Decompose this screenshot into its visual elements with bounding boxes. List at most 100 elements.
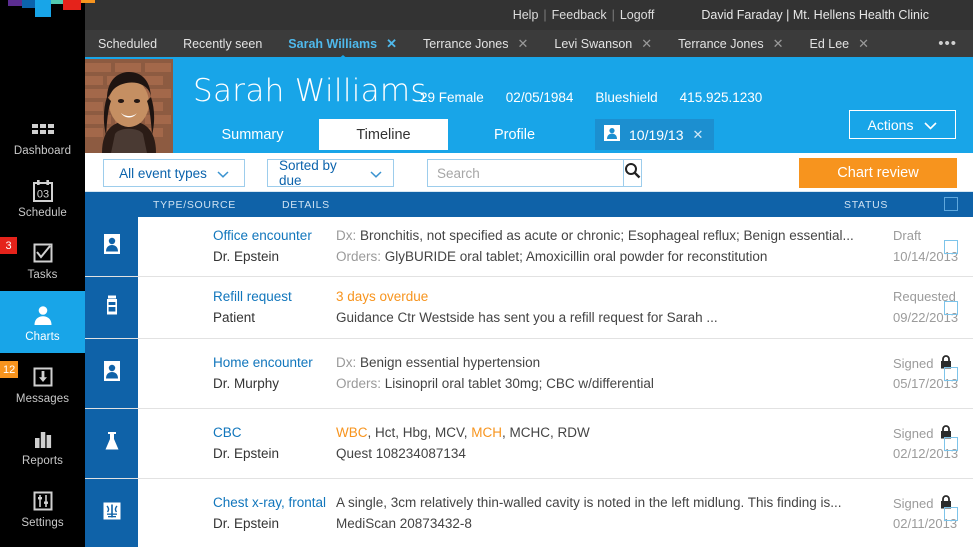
detail-text: GlyBURIDE oral tablet; Amoxicillin oral … xyxy=(384,249,768,264)
sidebar-item-messages[interactable]: 12 Messages xyxy=(0,353,85,415)
chevron-down-icon xyxy=(370,166,382,181)
row-type-link[interactable]: Chest x-ray, frontal xyxy=(213,495,326,510)
row-type-link[interactable]: Home encounter xyxy=(213,355,313,370)
logoff-link[interactable]: Logoff xyxy=(620,8,655,22)
close-icon[interactable]: ✕ xyxy=(386,37,397,50)
close-icon[interactable]: ✕ xyxy=(641,37,652,50)
sidebar-item-charts[interactable]: Charts xyxy=(0,291,85,353)
bar-chart-icon xyxy=(30,426,56,452)
tab-label: Scheduled xyxy=(98,36,158,51)
row-checkbox[interactable] xyxy=(944,239,958,254)
row-checkbox[interactable] xyxy=(944,436,958,451)
row-checkbox[interactable] xyxy=(944,300,958,315)
patient-photo[interactable] xyxy=(85,59,173,153)
sidebar-item-dashboard[interactable]: Dashboard xyxy=(0,105,85,167)
row-type-link[interactable]: Refill request xyxy=(213,289,292,304)
sidebar-item-settings[interactable]: Settings xyxy=(0,477,85,539)
close-icon[interactable]: ✕ xyxy=(517,37,528,50)
sidebar-label-dashboard: Dashboard xyxy=(13,144,72,157)
feedback-link[interactable]: Feedback xyxy=(552,8,607,22)
table-row[interactable]: Office encounter Dr. Epstein Dx: Bronchi… xyxy=(85,217,973,277)
tab-sarah-williams[interactable]: Sarah Williams ✕ xyxy=(275,29,410,60)
person-icon xyxy=(101,360,123,387)
close-icon[interactable]: ✕ xyxy=(858,37,869,50)
row-content: Office encounter Dr. Epstein Dx: Bronchi… xyxy=(138,217,973,276)
search-input[interactable] xyxy=(427,159,623,187)
tab-ed-lee[interactable]: Ed Lee ✕ xyxy=(797,29,883,58)
subtab-summary[interactable]: Summary xyxy=(188,119,317,150)
sidebar-item-reports[interactable]: Reports xyxy=(0,415,85,477)
detail-label: Dx: xyxy=(336,355,357,370)
search-button[interactable] xyxy=(623,159,642,187)
person-icon xyxy=(604,125,620,144)
app-logo[interactable] xyxy=(0,0,95,30)
table-header: TYPE/SOURCE DETAILS STATUS xyxy=(85,192,973,217)
tab-scheduled[interactable]: Scheduled xyxy=(85,29,170,58)
help-link[interactable]: Help xyxy=(513,8,539,22)
row-type-link[interactable]: CBC xyxy=(213,425,242,440)
tab-terrance-jones-1[interactable]: Terrance Jones ✕ xyxy=(410,29,541,58)
row-source: Patient xyxy=(213,310,256,325)
tab-levi-swanson[interactable]: Levi Swanson ✕ xyxy=(541,29,665,58)
encounter-date-chip[interactable]: 10/19/13 ✕ xyxy=(595,119,715,150)
subtab-timeline[interactable]: Timeline xyxy=(319,119,448,150)
tab-recently-seen[interactable]: Recently seen xyxy=(170,29,275,58)
detail-label: Dx: xyxy=(336,228,357,243)
status-text: Signed xyxy=(893,426,934,441)
timeline-table-body: Office encounter Dr. Epstein Dx: Bronchi… xyxy=(85,217,973,547)
row-icon-cell xyxy=(85,217,138,276)
current-user-clinic[interactable]: David Faraday | Mt. Hellens Health Clini… xyxy=(701,8,929,22)
patient-tab-strip: Scheduled Recently seen Sarah Williams ✕… xyxy=(85,29,973,60)
row-status: Draft xyxy=(893,228,921,243)
actions-button[interactable]: Actions xyxy=(849,110,956,139)
event-type-label: All event types xyxy=(119,165,207,181)
table-row[interactable]: Chest x-ray, frontal Dr. Epstein A singl… xyxy=(85,479,973,547)
row-detail-line-2: Quest 108234087134 xyxy=(336,446,466,461)
status-text: Signed xyxy=(893,496,934,511)
logo-block-teal xyxy=(51,0,63,4)
logo-block-purple xyxy=(8,0,22,6)
row-checkbox[interactable] xyxy=(944,506,958,521)
table-row[interactable]: Home encounter Dr. Murphy Dx: Benign ess… xyxy=(85,339,973,409)
event-type-dropdown[interactable]: All event types xyxy=(103,159,245,187)
sort-dropdown[interactable]: Sorted by due xyxy=(267,158,394,188)
detail-label: Orders: xyxy=(336,376,382,391)
sidebar-label-reports: Reports xyxy=(22,454,63,467)
encounter-date-label: 10/19/13 xyxy=(629,126,684,143)
patient-age-sex: 29 Female xyxy=(420,90,484,105)
tab-overflow-icon[interactable]: ••• xyxy=(928,35,973,52)
tasks-badge: 3 xyxy=(0,237,17,254)
actions-label: Actions xyxy=(867,116,914,133)
row-content: Home encounter Dr. Murphy Dx: Benign ess… xyxy=(138,339,973,408)
logo-block-red xyxy=(63,0,81,10)
tab-label: Recently seen xyxy=(183,36,263,51)
tab-terrance-jones-2[interactable]: Terrance Jones ✕ xyxy=(665,29,796,58)
grid-icon xyxy=(30,116,56,142)
column-header-details: DETAILS xyxy=(282,199,330,211)
sidebar-item-tasks[interactable]: 3 Tasks xyxy=(0,229,85,291)
pill-bottle-icon xyxy=(101,294,123,321)
patient-demographics: 29 Female 02/05/1984 Blueshield 415.925.… xyxy=(420,90,762,105)
row-detail-line-2: MediScan 20873432-8 xyxy=(336,516,472,531)
person-icon xyxy=(101,233,123,260)
table-row[interactable]: CBC Dr. Epstein WBC, Hct, Hbg, MCV, MCH,… xyxy=(85,409,973,479)
row-content: CBC Dr. Epstein WBC, Hct, Hbg, MCV, MCH,… xyxy=(138,409,973,478)
row-type-link[interactable]: Office encounter xyxy=(213,228,312,243)
close-icon[interactable]: ✕ xyxy=(773,37,784,50)
sidebar-item-schedule[interactable]: 03 Schedule xyxy=(0,167,85,229)
detail-text: Lisinopril oral tablet 30mg; CBC w/diffe… xyxy=(384,376,654,391)
search-icon xyxy=(624,162,641,184)
subtab-profile[interactable]: Profile xyxy=(450,119,579,150)
detail-part: , MCHC, RDW xyxy=(502,425,590,440)
row-checkbox[interactable] xyxy=(944,366,958,381)
table-row[interactable]: Refill request Patient 3 days overdue Gu… xyxy=(85,277,973,339)
detail-part-highlight: WBC xyxy=(336,425,368,440)
link-separator-1: | xyxy=(543,8,547,22)
xray-icon xyxy=(101,500,123,527)
filter-toolbar: All event types Sorted by due Search Cha… xyxy=(85,153,973,192)
top-utility-bar: Help | Feedback | Logoff David Faraday | Mt.… xyxy=(85,0,973,30)
row-icon-cell xyxy=(85,479,138,547)
chart-review-button[interactable]: Chart review xyxy=(799,158,957,188)
select-all-checkbox[interactable] xyxy=(944,197,958,211)
close-icon[interactable]: ✕ xyxy=(693,127,704,143)
